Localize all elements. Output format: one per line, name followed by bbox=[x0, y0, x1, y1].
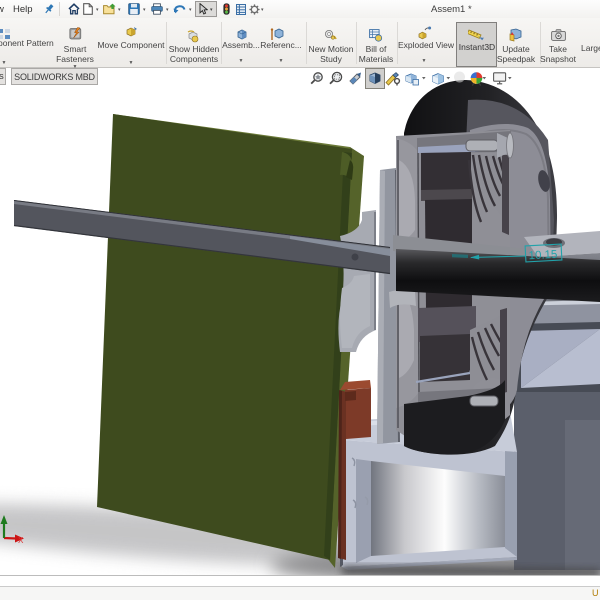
svg-text:X: X bbox=[18, 536, 24, 545]
svg-text:10.15: 10.15 bbox=[528, 249, 557, 262]
